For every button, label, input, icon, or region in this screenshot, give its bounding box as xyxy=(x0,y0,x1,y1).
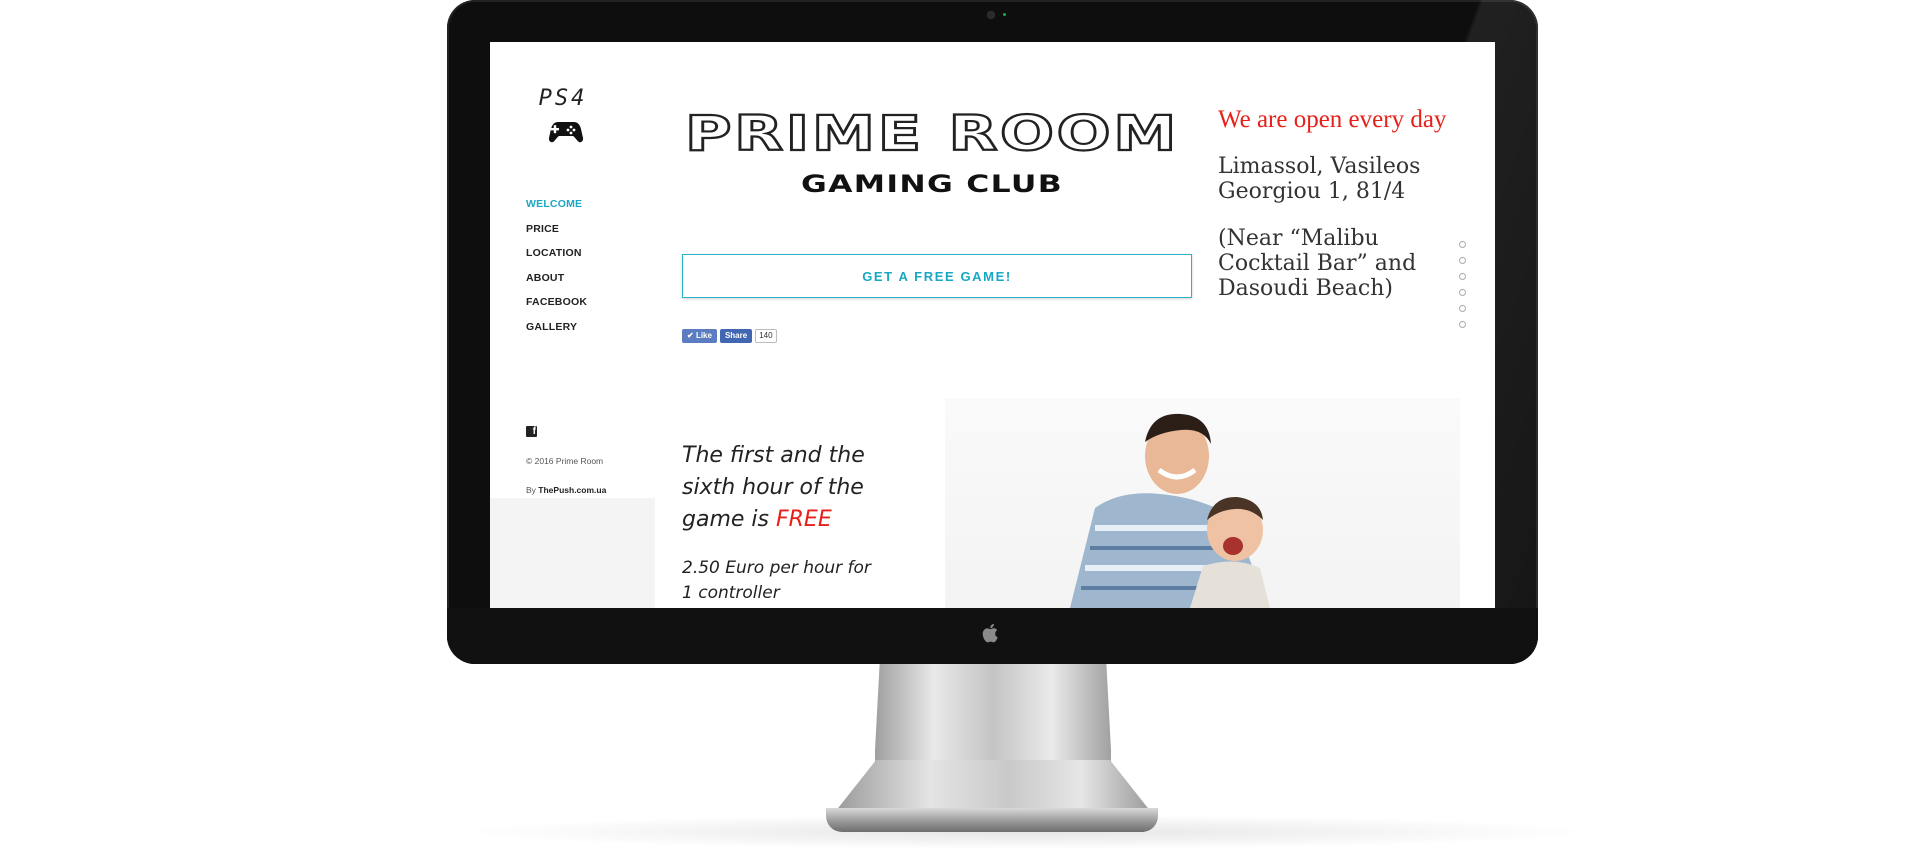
brand-logo-graphic: PRIME ROOM GAMING CLUB xyxy=(684,105,1179,198)
pager-dot[interactable] xyxy=(1459,321,1466,328)
pager-dot[interactable] xyxy=(1459,273,1466,280)
nav-item-location[interactable]: LOCATION xyxy=(526,247,587,272)
nav-item-gallery[interactable]: GALLERY xyxy=(526,321,587,346)
brand-title: PRIME ROOM xyxy=(685,106,1179,162)
apple-logo-icon xyxy=(982,623,998,643)
pager-dot[interactable] xyxy=(1459,257,1466,264)
monitor-stand-foot xyxy=(835,760,1151,812)
promo-free-highlight: FREE xyxy=(775,507,832,532)
nav-item-about[interactable]: ABOUT xyxy=(526,272,587,297)
monitor-stand-base xyxy=(826,808,1158,832)
open-hours-heading: We are open every day xyxy=(1218,106,1447,133)
promo-heading: The first and the sixth hour of the game… xyxy=(682,440,882,536)
credit-prefix: By xyxy=(526,485,536,495)
brand-logo: PRIME ROOM GAMING CLUB xyxy=(682,104,1182,204)
credit-line: By ThePush.com.ua xyxy=(526,485,606,495)
facebook-icon[interactable]: f xyxy=(526,426,537,437)
pager-dot[interactable] xyxy=(1459,289,1466,296)
section-pager xyxy=(1459,241,1466,328)
sidebar: PS4 WELCOME PRICE LOCATION ABOUT FACEBOO… xyxy=(490,42,655,608)
camera-led xyxy=(1003,13,1006,16)
address-landmark: (Near “Malibu Cocktail Bar” and Dasoudi … xyxy=(1218,226,1417,301)
ps4-logo-text: PS4 xyxy=(538,86,588,111)
facebook-like-count: 140 xyxy=(755,329,777,343)
copyright-text: © 2016 Prime Room xyxy=(526,456,604,466)
ps4-logo[interactable]: PS4 xyxy=(525,88,601,158)
father-son-photo xyxy=(945,398,1460,608)
camera-icon xyxy=(988,12,994,18)
facebook-like-button[interactable]: ✔ Like xyxy=(682,329,717,343)
pager-dot[interactable] xyxy=(1459,305,1466,312)
brand-subtitle: GAMING CLUB xyxy=(801,170,1063,198)
address-text: Limassol, Vasileos Georgiou 1, 81/4 xyxy=(1218,154,1421,204)
nav-item-facebook[interactable]: FACEBOOK xyxy=(526,296,587,321)
sidebar-footer-bg xyxy=(490,498,655,608)
main-content: PRIME ROOM GAMING CLUB GET A FREE GAME! … xyxy=(655,42,1495,608)
checkmark-icon: ✔ xyxy=(687,331,696,340)
father-son-illustration xyxy=(1070,413,1270,608)
promo-heading-text: The first and the sixth hour of the game… xyxy=(682,443,865,532)
nav-item-price[interactable]: PRICE xyxy=(526,223,587,248)
pager-dot[interactable] xyxy=(1459,241,1466,248)
website-screen: PS4 WELCOME PRICE LOCATION ABOUT FACEBOO… xyxy=(490,42,1495,608)
price-line: 2.50 Euro per hour for 1 controller xyxy=(682,558,871,603)
get-free-game-button[interactable]: GET A FREE GAME! xyxy=(682,254,1192,298)
gamepad-icon xyxy=(548,122,583,143)
main-nav: WELCOME PRICE LOCATION ABOUT FACEBOOK GA… xyxy=(526,198,587,345)
facebook-widgets: ✔ Like Share 140 xyxy=(682,329,777,343)
facebook-share-button[interactable]: Share xyxy=(719,329,753,343)
nav-item-welcome[interactable]: WELCOME xyxy=(526,198,587,223)
credit-link[interactable]: ThePush.com.ua xyxy=(538,485,606,495)
facebook-like-label: Like xyxy=(695,331,712,340)
